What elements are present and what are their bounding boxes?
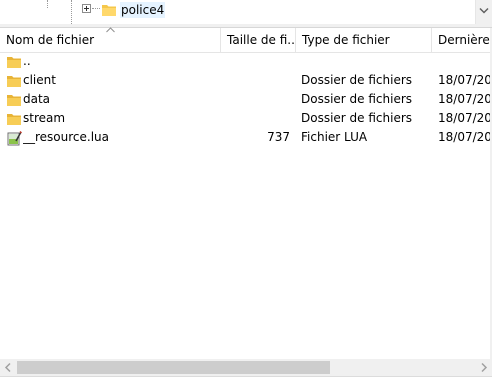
list-item[interactable]: data Dossier de fichiers 18/07/201 bbox=[0, 90, 492, 109]
column-header-date[interactable]: Dernière m bbox=[432, 28, 492, 52]
file-type: Dossier de fichiers bbox=[301, 73, 413, 87]
column-header-size[interactable]: Taille de fi... bbox=[221, 28, 295, 52]
list-item[interactable]: client Dossier de fichiers 18/07/201 bbox=[0, 71, 492, 90]
file-name: stream bbox=[23, 111, 66, 125]
tree-connector bbox=[71, 0, 72, 24]
tree-expand-icon[interactable] bbox=[82, 4, 91, 13]
file-type bbox=[301, 52, 428, 71]
horizontal-scrollbar[interactable] bbox=[0, 359, 492, 376]
file-name: data bbox=[23, 92, 51, 106]
file-list: Nom de fichier Taille de fi... Type de f… bbox=[0, 27, 492, 359]
file-name: __resource.lua bbox=[23, 130, 110, 144]
list-header: Nom de fichier Taille de fi... Type de f… bbox=[0, 27, 492, 53]
list-item[interactable]: .. bbox=[0, 52, 492, 71]
folder-icon bbox=[102, 5, 116, 16]
file-size bbox=[221, 109, 290, 128]
file-name: client bbox=[23, 73, 56, 87]
tree-item-police4[interactable]: police4 bbox=[120, 2, 166, 18]
file-date bbox=[438, 52, 492, 71]
list-item[interactable]: __resource.lua 737 Fichier LUA 18/07/201 bbox=[0, 128, 492, 147]
folder-icon bbox=[7, 76, 21, 87]
file-size bbox=[221, 52, 290, 71]
scroll-left-button[interactable] bbox=[0, 359, 17, 376]
list-item[interactable]: stream Dossier de fichiers 18/07/201 bbox=[0, 109, 492, 128]
file-date: 18/07/201 bbox=[438, 130, 492, 144]
file-name: .. bbox=[23, 54, 31, 68]
tree-connector bbox=[47, 0, 48, 8]
file-type: Fichier LUA bbox=[301, 130, 368, 144]
tree-connector bbox=[92, 8, 100, 9]
chevron-left-icon bbox=[4, 362, 11, 373]
file-date: 18/07/201 bbox=[438, 73, 492, 87]
file-type: Dossier de fichiers bbox=[301, 111, 413, 125]
lua-file-icon bbox=[7, 130, 22, 146]
column-header-name[interactable]: Nom de fichier bbox=[0, 28, 220, 52]
file-type: Dossier de fichiers bbox=[301, 92, 413, 106]
file-date: 18/07/201 bbox=[438, 111, 492, 125]
folder-icon bbox=[7, 95, 21, 106]
chevron-down-icon[interactable] bbox=[479, 7, 489, 15]
file-date: 18/07/201 bbox=[438, 92, 492, 106]
column-header-type[interactable]: Type de fichier bbox=[296, 28, 431, 52]
file-size bbox=[221, 71, 290, 90]
tree-pane: police4 bbox=[0, 0, 492, 24]
file-size bbox=[221, 90, 290, 109]
file-size: 737 bbox=[267, 130, 290, 144]
scrollbar-thumb[interactable] bbox=[17, 361, 330, 374]
scroll-right-button[interactable] bbox=[475, 359, 492, 376]
folder-icon bbox=[7, 114, 21, 125]
tree-scrollbar[interactable] bbox=[475, 0, 492, 24]
chevron-right-icon bbox=[481, 362, 488, 373]
folder-icon bbox=[7, 57, 21, 68]
